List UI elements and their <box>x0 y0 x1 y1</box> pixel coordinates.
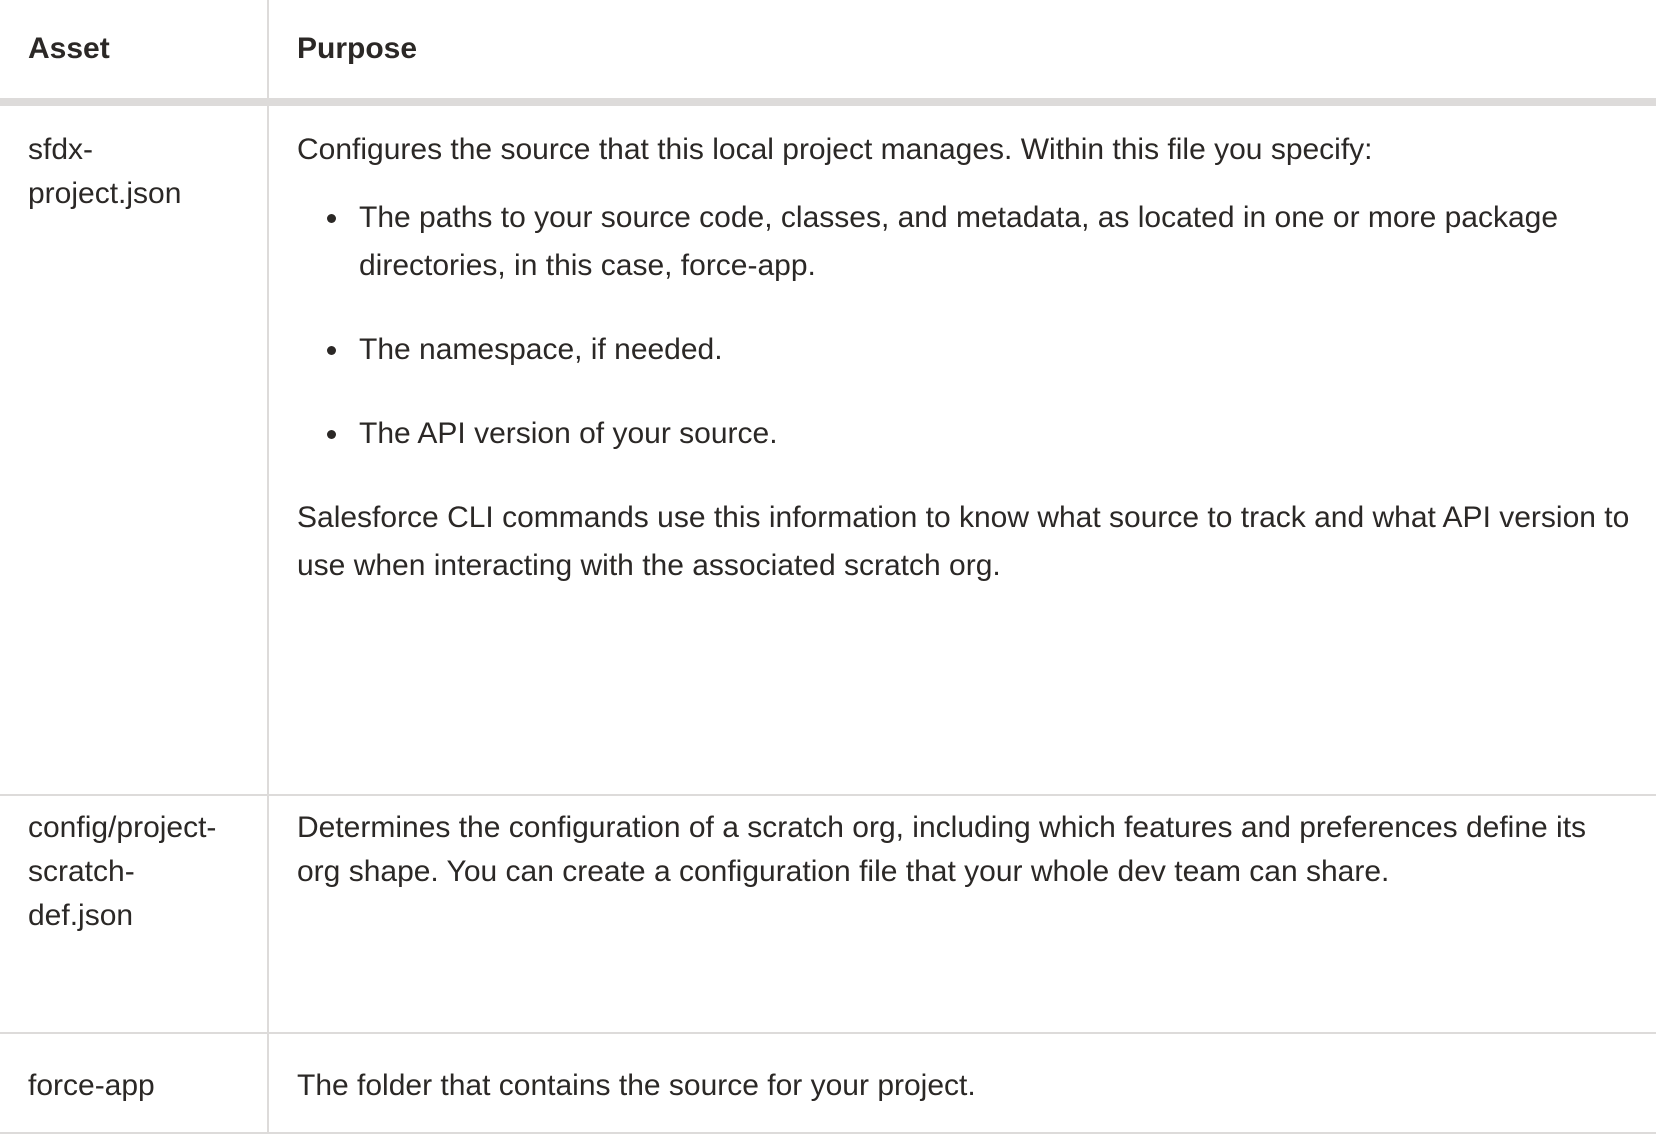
bullet-icon <box>327 430 336 439</box>
table-header-row: Asset Purpose <box>0 0 1656 106</box>
list-item: The namespace, if needed. <box>297 326 1656 374</box>
purpose-text: The folder that contains the source for … <box>297 1069 976 1102</box>
purpose-cell: Determines the configuration of a scratc… <box>268 795 1656 1034</box>
list-item-text: The paths to your source code, classes, … <box>359 201 1559 282</box>
asset-cell: config/project- scratch- def.json <box>0 795 269 1034</box>
list-item-text: The API version of your source. <box>359 417 778 450</box>
purpose-cell: Configures the source that this local pr… <box>268 102 1656 796</box>
table-row: force-app The folder that contains the s… <box>0 1033 1656 1134</box>
bullet-list: The paths to your source code, classes, … <box>297 194 1656 458</box>
purpose-cell: The folder that contains the source for … <box>268 1033 1656 1134</box>
purpose-summary: Salesforce CLI commands use this informa… <box>297 501 1630 582</box>
asset-cell: force-app <box>0 1033 269 1134</box>
list-item: The API version of your source. <box>297 410 1656 458</box>
purpose-text: Determines the configuration of a scratc… <box>297 811 1587 888</box>
asset-name: sfdx- project.json <box>28 133 182 210</box>
asset-name: force-app <box>28 1069 155 1102</box>
list-item-text: The namespace, if needed. <box>359 333 723 366</box>
list-item: The paths to your source code, classes, … <box>297 194 1656 290</box>
asset-name: config/project- scratch- def.json <box>28 811 217 932</box>
table-row: config/project- scratch- def.json Determ… <box>0 795 1656 1034</box>
header-asset: Asset <box>0 0 269 106</box>
purpose-intro: Configures the source that this local pr… <box>297 133 1373 166</box>
asset-cell: sfdx- project.json <box>0 102 269 796</box>
table-row: sfdx- project.json Configures the source… <box>0 102 1656 796</box>
bullet-icon <box>327 346 336 355</box>
header-purpose: Purpose <box>268 0 1656 106</box>
assets-table: Asset Purpose sfdx- project.json Configu… <box>0 0 1656 1134</box>
bullet-icon <box>327 214 336 223</box>
